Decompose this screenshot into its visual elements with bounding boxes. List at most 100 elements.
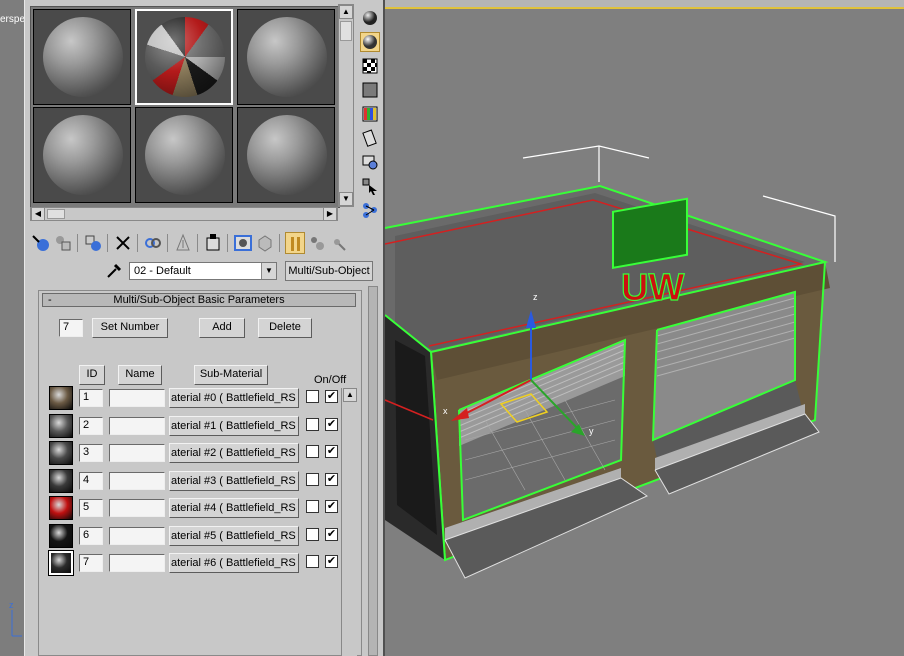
submaterial-name-field[interactable] [109, 554, 165, 572]
submaterial-row[interactable]: 3 aterial #2 ( Battlefield_RS ) ✔ [47, 440, 349, 466]
make-preview-icon[interactable] [360, 128, 380, 148]
submaterial-button[interactable]: aterial #0 ( Battlefield_RS ) [169, 388, 299, 408]
panel-scrollbar[interactable] [365, 286, 381, 656]
list-vertical-scrollbar[interactable]: ▲ [341, 388, 357, 656]
material-name-dropdown[interactable]: 02 - Default ▼ [129, 262, 277, 280]
submaterial-row[interactable]: 5 aterial #4 ( Battlefield_RS ) ✔ [47, 495, 349, 521]
material-swatch-icon[interactable] [48, 550, 74, 576]
make-unique-icon[interactable] [143, 232, 163, 254]
sample-slot-1[interactable] [33, 9, 131, 105]
sample-slot-3[interactable] [237, 9, 335, 105]
reset-map-icon[interactable] [113, 232, 133, 254]
submaterial-color-swatch[interactable] [306, 390, 319, 403]
material-swatch-icon[interactable] [49, 496, 73, 520]
submaterial-row[interactable]: 4 aterial #3 ( Battlefield_RS ) ✔ [47, 468, 349, 494]
submaterial-button[interactable]: aterial #6 ( Battlefield_RS ) [169, 553, 299, 573]
submaterial-button[interactable]: aterial #4 ( Battlefield_RS ) [169, 498, 299, 518]
slots-vertical-scrollbar[interactable]: ▲ ▼ [338, 4, 354, 207]
material-swatch-icon[interactable] [49, 413, 73, 438]
show-end-result-icon[interactable] [255, 232, 275, 254]
background-checker-icon[interactable] [360, 56, 380, 76]
submaterial-enable-checkbox[interactable]: ✔ [325, 555, 338, 568]
collapse-toggle[interactable]: - [48, 294, 52, 306]
submaterial-enable-checkbox[interactable]: ✔ [325, 500, 338, 513]
submaterial-color-swatch[interactable] [306, 417, 319, 431]
submaterial-button[interactable]: aterial #2 ( Battlefield_RS ) [169, 443, 299, 463]
submaterial-id-field[interactable]: 3 [79, 444, 103, 462]
material-swatch-icon[interactable] [49, 441, 73, 465]
material-type-button[interactable]: Multi/Sub-Object [285, 261, 373, 281]
submaterial-id-field[interactable]: 5 [79, 499, 103, 517]
submaterial-name-field[interactable] [109, 416, 165, 435]
select-by-material-icon[interactable] [360, 176, 380, 196]
sort-by-name-button[interactable]: Name [118, 365, 162, 385]
material-map-navigator-icon[interactable] [329, 232, 349, 254]
submaterial-name-field[interactable] [109, 471, 165, 490]
pick-material-eyedropper-icon[interactable] [105, 261, 125, 279]
sort-by-id-button[interactable]: ID [79, 365, 105, 385]
sample-slot-6[interactable] [237, 107, 335, 203]
submaterial-enable-checkbox[interactable]: ✔ [325, 417, 338, 431]
submaterial-id-field[interactable]: 6 [79, 526, 103, 545]
slots-horizontal-scrollbar[interactable]: ◀ ▶ [30, 207, 338, 221]
submaterial-button[interactable]: aterial #3 ( Battlefield_RS ) [169, 470, 299, 491]
submaterial-color-swatch[interactable] [306, 527, 319, 541]
submaterial-color-swatch[interactable] [306, 555, 319, 568]
viewport-label[interactable]: erspe [0, 14, 25, 25]
scroll-left-arrow-icon[interactable]: ◀ [31, 207, 45, 221]
sample-type-icon[interactable] [360, 8, 380, 28]
scroll-thumb[interactable] [340, 21, 352, 41]
delete-button[interactable]: Delete [258, 318, 312, 338]
submaterial-enable-checkbox[interactable]: ✔ [325, 390, 338, 403]
sort-by-submaterial-button[interactable]: Sub-Material [194, 365, 268, 385]
scroll-up-arrow-icon[interactable]: ▲ [343, 388, 357, 402]
go-to-parent-icon[interactable] [285, 232, 305, 254]
set-number-button[interactable]: Set Number [92, 318, 168, 338]
rollout-header[interactable]: - Multi/Sub-Object Basic Parameters [42, 293, 356, 307]
scroll-thumb[interactable] [47, 209, 65, 219]
assign-to-selection-icon[interactable] [83, 232, 103, 254]
material-count-field[interactable]: 7 [59, 319, 83, 337]
material-swatch-icon[interactable] [49, 523, 73, 548]
submaterial-name-field[interactable] [109, 389, 165, 407]
options-icon[interactable] [360, 152, 380, 172]
viewport-left-strip[interactable]: erspe z [0, 0, 25, 656]
submaterial-row[interactable]: 2 aterial #1 ( Battlefield_RS ) ✔ [47, 413, 349, 439]
submaterial-row[interactable]: 1 aterial #0 ( Battlefield_RS ) ✔ [47, 385, 349, 411]
sample-slot-2[interactable] [135, 9, 233, 105]
put-to-library-icon[interactable] [173, 232, 193, 254]
submaterial-button[interactable]: aterial #5 ( Battlefield_RS ) [169, 525, 299, 546]
add-button[interactable]: Add [199, 318, 245, 338]
material-swatch-icon[interactable] [49, 386, 73, 410]
submaterial-enable-checkbox[interactable]: ✔ [325, 472, 338, 486]
submaterial-id-field[interactable]: 7 [79, 554, 103, 572]
material-navigator-icon[interactable] [360, 200, 380, 220]
scroll-right-arrow-icon[interactable]: ▶ [323, 207, 337, 221]
video-color-check-icon[interactable] [360, 104, 380, 124]
submaterial-name-field[interactable] [109, 526, 165, 545]
submaterial-row[interactable]: 6 aterial #5 ( Battlefield_RS ) ✔ [47, 523, 349, 549]
submaterial-name-field[interactable] [109, 444, 165, 462]
submaterial-id-field[interactable]: 4 [79, 471, 103, 490]
submaterial-enable-checkbox[interactable]: ✔ [325, 445, 338, 458]
sample-slot-4[interactable] [33, 107, 131, 203]
submaterial-color-swatch[interactable] [306, 500, 319, 513]
scroll-up-arrow-icon[interactable]: ▲ [339, 5, 353, 19]
show-map-icon[interactable] [233, 232, 253, 254]
get-material-icon[interactable] [31, 232, 51, 254]
go-forward-sibling-icon[interactable] [307, 232, 327, 254]
perspective-viewport[interactable]: UW z x y [385, 0, 904, 656]
submaterial-row[interactable]: 7 aterial #6 ( Battlefield_RS ) ✔ [47, 550, 349, 576]
scroll-down-arrow-icon[interactable]: ▼ [339, 192, 353, 206]
material-effects-channel-icon[interactable] [203, 232, 223, 254]
submaterial-name-field[interactable] [109, 499, 165, 517]
submaterial-color-swatch[interactable] [306, 445, 319, 458]
building-model[interactable]: UW z x y [385, 0, 904, 656]
material-swatch-icon[interactable] [49, 468, 73, 493]
chevron-down-icon[interactable]: ▼ [261, 263, 276, 279]
submaterial-button[interactable]: aterial #1 ( Battlefield_RS ) [169, 415, 299, 436]
submaterial-id-field[interactable]: 2 [79, 416, 103, 435]
put-to-scene-icon[interactable] [53, 232, 73, 254]
submaterial-id-field[interactable]: 1 [79, 389, 103, 407]
sample-uv-tiling-icon[interactable] [360, 80, 380, 100]
